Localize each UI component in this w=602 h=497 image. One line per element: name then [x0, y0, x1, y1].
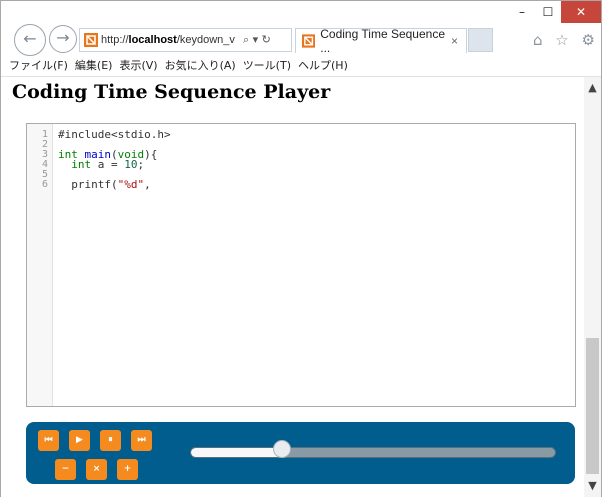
- forward-button[interactable]: →: [49, 25, 77, 53]
- code-token: printf(: [58, 178, 118, 191]
- code-token: 10: [124, 158, 138, 171]
- menu-item-0[interactable]: ファイル(F): [9, 56, 68, 76]
- tab-coding-time-sequence[interactable]: Coding Time Sequence ... ×: [295, 27, 467, 55]
- new-tab-button[interactable]: [468, 28, 493, 52]
- skip-start-button[interactable]: ⏮: [38, 430, 59, 451]
- play-button[interactable]: ▶: [69, 430, 90, 451]
- menu-item-1[interactable]: 編集(E): [75, 56, 113, 76]
- url-path: /keydown_v: [176, 34, 235, 46]
- page-viewport: Coding Time Sequence Player 1 #include<st…: [1, 77, 584, 497]
- tab-favicon-icon: [302, 34, 316, 48]
- speed-reset-button[interactable]: ×: [86, 459, 107, 480]
- tab-close-icon[interactable]: ×: [451, 34, 458, 48]
- pause-button[interactable]: ⏸: [100, 430, 121, 451]
- code-token: ){: [144, 148, 158, 161]
- browser-window: – ☐ ✕ ← → http://localhost/keydown_v ⌕ ▾…: [0, 0, 602, 497]
- menu-bar: ファイル(F) 編集(E) 表示(V) お気に入り(A) ツール(T) ヘルプ(H): [1, 56, 601, 77]
- timeline-slider-handle[interactable]: [272, 440, 291, 458]
- title-bar: – ☐ ✕ ← → http://localhost/keydown_v ⌕ ▾…: [1, 1, 601, 63]
- code-text: #include<stdio.h>: [58, 128, 171, 141]
- menu-item-2[interactable]: 表示(V): [119, 56, 157, 76]
- code-token: ;: [137, 158, 145, 171]
- speed-up-button[interactable]: +: [117, 459, 138, 480]
- scrollbar-thumb[interactable]: [586, 338, 599, 474]
- page-favicon-icon: [84, 33, 98, 47]
- code-text: int a = 10;: [58, 158, 145, 171]
- menu-item-3[interactable]: お気に入り(A): [165, 56, 236, 76]
- menu-item-5[interactable]: ヘルプ(H): [298, 56, 348, 76]
- code-token: #include<stdio.h>: [58, 128, 171, 141]
- address-tools-icon[interactable]: ⌕ ▾ ↻: [243, 33, 271, 47]
- scroll-up-icon[interactable]: ▲: [584, 81, 601, 94]
- line-number: 6: [41, 179, 48, 190]
- code-token: a =: [91, 158, 125, 171]
- close-button[interactable]: ✕: [561, 1, 601, 23]
- scroll-down-icon[interactable]: ▼: [584, 479, 601, 492]
- address-bar[interactable]: http://localhost/keydown_v ⌕ ▾ ↻: [79, 28, 292, 52]
- minimize-button[interactable]: –: [509, 1, 535, 23]
- menu-item-4[interactable]: ツール(T): [243, 56, 291, 76]
- code-token: "%d": [117, 178, 145, 191]
- maximize-button[interactable]: ☐: [535, 1, 561, 23]
- code-token: ,: [144, 178, 151, 191]
- sequence-player: ⏮ ▶ ⏸ ⏭ − × +: [26, 422, 575, 484]
- page-title: Coding Time Sequence Player: [12, 81, 331, 103]
- code-editor[interactable]: 1 #include<stdio.h> 2 3 int main(void){4 int…: [26, 123, 576, 407]
- timeline-slider-track[interactable]: [190, 447, 556, 458]
- skip-end-button[interactable]: ⏭: [131, 430, 152, 451]
- speed-down-button[interactable]: −: [55, 459, 76, 480]
- back-button[interactable]: ←: [14, 24, 46, 56]
- home-favorites-settings-icons[interactable]: ⌂ ☆ ⚙: [533, 31, 599, 49]
- vertical-scrollbar[interactable]: ▲ ▼: [584, 77, 601, 497]
- url-scheme: http://: [101, 34, 129, 46]
- address-url: http://localhost/keydown_v: [101, 34, 241, 46]
- tab-title: Coding Time Sequence ...: [320, 27, 445, 55]
- code-token: int: [71, 158, 92, 171]
- code-text: printf("%d",: [58, 178, 151, 191]
- timeline-progress-fill: [191, 448, 283, 457]
- url-host: localhost: [128, 34, 177, 46]
